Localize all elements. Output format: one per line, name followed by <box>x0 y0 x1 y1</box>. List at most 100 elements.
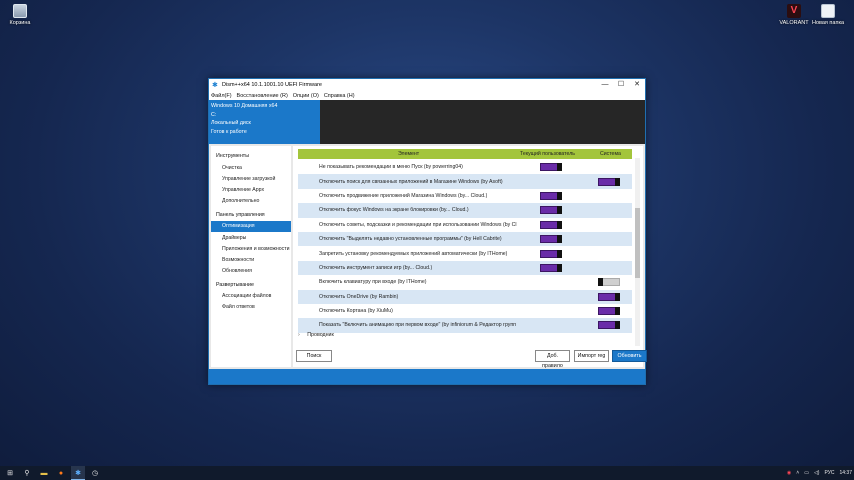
search-button[interactable]: Поиск <box>296 350 332 362</box>
search-icon[interactable]: ⚲ <box>20 466 34 480</box>
content-panel: Элемент Текущий пользователь Система Не … <box>293 146 647 369</box>
dism-window: ✱ Dism++x64 10.1.1001.10 UEFI Firmware —… <box>208 78 647 385</box>
user-toggle[interactable] <box>540 235 562 244</box>
grid-header: Элемент Текущий пользователь Система <box>298 149 632 159</box>
table-row[interactable]: Показать "Включить анимацию при первом в… <box>298 318 632 333</box>
valorant-icon: V <box>787 4 801 18</box>
sidebar-item-drivers[interactable]: Драйверы <box>211 232 291 243</box>
table-row[interactable]: Отключить OneDrive (by Rambin) <box>298 289 632 304</box>
row-label: Отключить продвижение приложений Магазин… <box>319 192 488 199</box>
desktop-icon-recycle-bin[interactable]: Корзина <box>0 4 40 26</box>
sidebar-section-deploy: Развертывание <box>216 281 254 288</box>
group-explorer[interactable]: › Проводник <box>298 332 334 338</box>
sidebar-item-optimization[interactable]: Оптимизация <box>211 220 291 232</box>
tray-app-icon[interactable]: ◉ <box>787 470 791 476</box>
table-row[interactable]: Отключить поиск для связанных приложений… <box>298 174 632 189</box>
user-toggle[interactable] <box>540 206 562 215</box>
user-toggle[interactable] <box>540 249 562 258</box>
status-bar <box>209 369 645 384</box>
banner-empty-area <box>320 100 645 144</box>
user-toggle[interactable] <box>540 263 562 272</box>
recycle-bin-icon <box>13 4 27 18</box>
menu-bar: Файл(F) Восстановление (R) Опции (O) Спр… <box>209 91 645 100</box>
header-system[interactable]: Система <box>600 151 621 157</box>
main-body: Инструменты Очистка Управление загрузкой… <box>209 144 647 369</box>
firefox-icon[interactable]: ● <box>54 466 68 480</box>
system-toggle[interactable] <box>598 307 620 316</box>
menu-restore[interactable]: Восстановление (R) <box>237 93 288 99</box>
minimize-button[interactable]: — <box>597 79 613 91</box>
sidebar-item-appx[interactable]: Управление Appx <box>211 184 291 195</box>
sidebar-item-advanced[interactable]: Дополнительно <box>211 196 291 207</box>
chevron-up-icon[interactable]: ˄ <box>796 470 799 476</box>
table-row[interactable]: Отключить фокус Windows на экране блокир… <box>298 203 632 218</box>
sidebar: Инструменты Очистка Управление загрузкой… <box>211 146 291 367</box>
selected-image-panel[interactable]: Windows 10 Домашняя x64 C: Локальный дис… <box>209 100 320 144</box>
sidebar-item-updates[interactable]: Обновления <box>211 266 291 277</box>
header-element[interactable]: Элемент <box>398 151 419 157</box>
dism-icon[interactable]: ✱ <box>71 466 85 480</box>
sidebar-section-control: Панель управления <box>216 211 265 218</box>
scrollbar-thumb[interactable] <box>635 208 640 278</box>
row-label: Запретить установку рекомендуемых прилож… <box>319 250 508 257</box>
volume-icon[interactable]: ◁) <box>814 470 820 476</box>
file-explorer-icon[interactable]: ▬ <box>37 466 51 480</box>
row-label: Отключить фокус Windows на экране блокир… <box>319 207 469 214</box>
desktop-icon-label: Новая папка <box>811 20 845 26</box>
user-toggle[interactable] <box>540 191 562 200</box>
menu-help[interactable]: Справка (H) <box>324 93 355 99</box>
system-tray: ◉ ˄ ▭ ◁) РУС 14:37 <box>782 466 852 480</box>
windows-start-icon[interactable]: ⊞ <box>3 466 17 480</box>
table-row[interactable]: Запретить установку рекомендуемых прилож… <box>298 246 632 260</box>
user-toggle[interactable] <box>540 163 562 172</box>
os-name: Windows 10 Домашняя x64 <box>211 103 278 109</box>
sidebar-item-cleanup[interactable]: Очистка <box>211 162 291 173</box>
system-toggle[interactable] <box>598 321 620 330</box>
drive-letter: C: <box>211 111 217 118</box>
header-current-user[interactable]: Текущий пользователь <box>520 151 575 157</box>
sidebar-item-apps[interactable]: Приложения и возможности <box>211 243 291 254</box>
table-row[interactable]: Отключить Кортана (by XiuMu) <box>298 304 632 318</box>
settings-list: Не показывать рекомендации в меню Пуск (… <box>298 160 632 333</box>
drive-type: Локальный диск <box>211 120 251 126</box>
network-icon[interactable]: ▭ <box>804 470 809 476</box>
import-reg-button[interactable]: Импорт reg <box>574 350 609 362</box>
maximize-button[interactable]: ☐ <box>613 79 629 91</box>
row-label: Показать "Включить анимацию при первом в… <box>319 322 516 329</box>
dism-app-icon: ✱ <box>212 81 218 89</box>
table-row[interactable]: Включить клавиатуру при входе (by ITHome… <box>298 275 632 289</box>
image-banner: Windows 10 Домашняя x64 C: Локальный дис… <box>209 100 645 144</box>
row-label: Отключить поиск для связанных приложений… <box>319 178 503 185</box>
system-toggle[interactable] <box>598 292 620 301</box>
clock[interactable]: 14:37 <box>839 470 852 476</box>
title-bar[interactable]: ✱ Dism++x64 10.1.1001.10 UEFI Firmware —… <box>209 79 645 91</box>
menu-options[interactable]: Опции (O) <box>293 93 319 99</box>
language-indicator[interactable]: РУС <box>824 470 834 476</box>
scrollbar[interactable] <box>635 158 640 346</box>
user-toggle[interactable] <box>540 220 562 229</box>
system-toggle[interactable] <box>598 177 620 186</box>
table-row[interactable]: Не показывать рекомендации в меню Пуск (… <box>298 160 632 174</box>
close-button[interactable]: ✕ <box>629 79 645 91</box>
table-row[interactable]: Отключить "Выделять недавно установленны… <box>298 231 632 247</box>
clock-app-icon[interactable]: ◷ <box>88 466 102 480</box>
desktop-icon-new-folder[interactable]: Новая папка <box>808 4 848 26</box>
sidebar-section-tools: Инструменты <box>216 153 250 159</box>
row-label: Отключить OneDrive (by Rambin) <box>319 293 399 300</box>
system-toggle[interactable] <box>598 278 620 287</box>
sidebar-item-file-assoc[interactable]: Ассоциации файлов <box>211 291 291 302</box>
add-rule-button[interactable]: Доб. правило <box>535 350 570 369</box>
sidebar-item-features[interactable]: Возможности <box>211 254 291 265</box>
refresh-button[interactable]: Обновить <box>612 350 647 362</box>
row-label: Отключить инструмент записи игр (by... C… <box>319 264 433 271</box>
menu-file[interactable]: Файл(F) <box>211 93 232 99</box>
window-title: Dism++x64 10.1.1001.10 UEFI Firmware <box>222 82 322 88</box>
taskbar: ⊞ ⚲ ▬ ● ✱ ◷ ◉ ˄ ▭ ◁) РУС 14:37 <box>0 466 854 480</box>
table-row[interactable]: Отключить советы, подсказки и рекомендац… <box>298 218 632 232</box>
sidebar-item-boot[interactable]: Управление загрузкой <box>211 173 291 184</box>
table-row[interactable]: Отключить продвижение приложений Магазин… <box>298 189 632 203</box>
row-label: Не показывать рекомендации в меню Пуск (… <box>319 164 463 171</box>
row-label: Отключить советы, подсказки и рекомендац… <box>319 221 517 228</box>
table-row[interactable]: Отключить инструмент записи игр (by... C… <box>298 260 632 276</box>
sidebar-item-answer-file[interactable]: Файл ответов <box>211 302 291 313</box>
